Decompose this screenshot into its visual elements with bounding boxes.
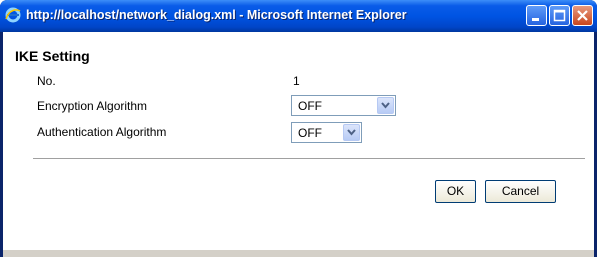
- chevron-down-icon[interactable]: [343, 124, 360, 141]
- close-icon: [577, 10, 588, 21]
- ok-button[interactable]: OK: [435, 180, 476, 203]
- no-value: 1: [293, 74, 300, 88]
- title-bar[interactable]: http://localhost/network_dialog.xml - Mi…: [0, 0, 597, 32]
- chevron-down-icon[interactable]: [377, 97, 394, 114]
- status-bar: [3, 250, 594, 257]
- close-button[interactable]: [572, 5, 593, 26]
- dialog-heading: IKE Setting: [15, 48, 90, 64]
- minimize-icon: [532, 18, 539, 21]
- dialog-content: IKE Setting No. 1 Encryption Algorithm O…: [3, 32, 594, 257]
- authentication-algorithm-label: Authentication Algorithm: [37, 125, 167, 139]
- maximize-button[interactable]: [549, 5, 570, 26]
- cancel-button[interactable]: Cancel: [485, 180, 556, 203]
- authentication-algorithm-value: OFF: [298, 126, 322, 140]
- authentication-algorithm-select[interactable]: OFF: [291, 122, 362, 143]
- divider: [33, 158, 585, 160]
- ie-icon: [5, 7, 21, 23]
- window-title: http://localhost/network_dialog.xml - Mi…: [26, 8, 407, 22]
- minimize-button[interactable]: [526, 5, 547, 26]
- no-label: No.: [37, 74, 56, 88]
- encryption-algorithm-value: OFF: [298, 99, 322, 113]
- browser-window: http://localhost/network_dialog.xml - Mi…: [0, 0, 597, 257]
- encryption-algorithm-label: Encryption Algorithm: [37, 99, 148, 113]
- encryption-algorithm-select[interactable]: OFF: [291, 95, 396, 116]
- maximize-icon: [553, 9, 566, 22]
